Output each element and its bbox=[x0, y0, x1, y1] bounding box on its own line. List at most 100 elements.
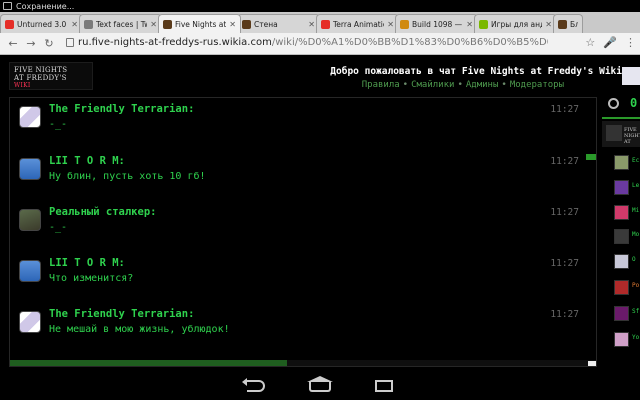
tab-7[interactable]: Бл bbox=[553, 14, 583, 33]
message-text: -_- bbox=[49, 222, 68, 233]
nav-recents-icon[interactable] bbox=[375, 380, 393, 392]
tab-title: Five Nights at bbox=[175, 19, 227, 29]
link-separator: • bbox=[402, 80, 409, 90]
link-separator: • bbox=[457, 80, 463, 90]
message-time: 11:27 bbox=[550, 258, 579, 269]
microphone-icon[interactable]: 🎤 bbox=[603, 36, 617, 49]
message-avatar[interactable] bbox=[19, 311, 41, 333]
message-username[interactable]: Реальный сталкер: bbox=[49, 206, 156, 218]
user-name: Mi bbox=[632, 207, 640, 214]
user-name: Le bbox=[632, 182, 640, 189]
chat-scrollbar[interactable] bbox=[586, 154, 596, 160]
chat-message: Реальный сталкер: -_- 11:27 bbox=[10, 201, 596, 251]
user-list-item[interactable]: Mo bbox=[614, 229, 640, 247]
current-user-entry[interactable]: FIVE NIGHTS AT bbox=[602, 121, 640, 147]
user-avatar bbox=[614, 155, 629, 170]
close-tab-icon[interactable]: ✕ bbox=[229, 20, 236, 29]
close-tab-icon[interactable]: ✕ bbox=[150, 20, 157, 29]
tab-1[interactable]: Text faces | Twi ✕ bbox=[79, 14, 162, 33]
tab-title: Terra Animation bbox=[333, 19, 384, 29]
chat-link[interactable]: Смайлики bbox=[411, 80, 454, 90]
chat-link[interactable]: Модераторы bbox=[510, 80, 564, 90]
chat-message: LII T O R M: Что изменится? 11:27 bbox=[10, 252, 596, 302]
message-text: Ну блин, пусть хоть 10 гб! bbox=[49, 171, 206, 182]
tab-title: Стена bbox=[254, 19, 278, 29]
message-username[interactable]: LII T O R M: bbox=[49, 257, 125, 269]
chat-messages: The Friendly Terrarian: Не мешай в мою жи… bbox=[9, 97, 597, 367]
menu-icon[interactable]: ⋮ bbox=[625, 36, 636, 49]
user-name: Ро bbox=[632, 282, 640, 289]
tab-5[interactable]: Build 1098 — 2✕ bbox=[395, 14, 478, 33]
bookmark-star-icon[interactable]: ☆ bbox=[585, 36, 595, 49]
link-separator: • bbox=[501, 80, 507, 90]
message-avatar[interactable] bbox=[19, 158, 41, 180]
user-name: Mo bbox=[632, 231, 640, 238]
chat-link[interactable]: Админы bbox=[466, 80, 499, 90]
user-list-item[interactable]: Mi bbox=[614, 205, 640, 223]
message-avatar[interactable] bbox=[19, 260, 41, 282]
user-avatar[interactable] bbox=[622, 67, 640, 85]
forward-icon[interactable]: → bbox=[22, 37, 40, 50]
tab-4[interactable]: Terra Animation✕ bbox=[316, 14, 399, 33]
youtube-icon bbox=[5, 19, 14, 29]
message-text: Не мешай в мою жизнь, ублюдок! bbox=[49, 324, 230, 335]
close-tab-icon[interactable]: ✕ bbox=[545, 20, 552, 29]
message-time: 11:27 bbox=[550, 156, 579, 167]
nav-back-icon[interactable] bbox=[242, 378, 265, 392]
tab-title: Text faces | Twi bbox=[96, 19, 148, 29]
message-avatar[interactable] bbox=[19, 106, 41, 128]
user-list-item[interactable]: Sf bbox=[614, 306, 640, 324]
online-count: 0 bbox=[630, 96, 638, 110]
chat-link[interactable]: Правила bbox=[362, 80, 400, 90]
user-avatar bbox=[614, 229, 629, 244]
user-avatar bbox=[614, 180, 629, 195]
chat-links: Правила • Смайлики • Админы • Модераторы bbox=[362, 80, 564, 90]
user-list-item[interactable]: Ро bbox=[614, 280, 640, 298]
user-name: Sf bbox=[632, 308, 640, 315]
url-host: ru.five-nights-at-freddys-rus.wikia.com bbox=[78, 37, 272, 48]
fnaf-icon bbox=[242, 19, 251, 29]
page-info-icon[interactable] bbox=[66, 38, 74, 47]
chat-message: The Friendly Terrarian: -_- 11:27 bbox=[10, 98, 596, 148]
user-list-item[interactable]: Ес bbox=[614, 155, 640, 173]
user-list-item[interactable]: O bbox=[614, 254, 640, 272]
nav-home-icon[interactable] bbox=[307, 376, 333, 392]
reload-icon[interactable]: ↻ bbox=[40, 37, 58, 50]
message-text: Что изменится? bbox=[49, 273, 134, 284]
input-resize-handle[interactable] bbox=[588, 361, 596, 366]
tab-6[interactable]: Игры для андр✕ bbox=[474, 14, 557, 33]
fnaf-icon bbox=[558, 19, 567, 29]
message-time: 11:27 bbox=[550, 309, 579, 320]
logo-line-1: FIVE NIGHTS bbox=[14, 66, 68, 74]
message-avatar[interactable] bbox=[19, 209, 41, 231]
download-icon bbox=[3, 2, 12, 10]
message-username[interactable]: The Friendly Terrarian: bbox=[49, 103, 194, 115]
close-tab-icon[interactable]: ✕ bbox=[71, 20, 78, 29]
message-username[interactable]: LII T O R M: bbox=[49, 155, 125, 167]
wiki-logo[interactable]: FIVE NIGHTS AT FREDDY'S WIKI bbox=[9, 62, 93, 90]
close-tab-icon[interactable]: ✕ bbox=[466, 20, 473, 29]
tab-title: Бл bbox=[570, 19, 578, 29]
message-time: 11:27 bbox=[550, 104, 579, 115]
chat-message: The Friendly Terrarian: Не мешай в мою жи… bbox=[10, 303, 596, 353]
address-bar[interactable]: ru.five-nights-at-freddys-rus.wikia.com/… bbox=[78, 37, 548, 51]
message-username[interactable]: The Friendly Terrarian: bbox=[49, 308, 194, 320]
tab-2[interactable]: Five Nights at ✕ bbox=[158, 14, 241, 33]
user-name: O bbox=[632, 256, 636, 263]
message-text: -_- bbox=[49, 119, 68, 130]
url-path: /wiki/%D0%A1%D0%BB%D1%83%D0%B6%D0%B5%D0%… bbox=[271, 37, 548, 48]
tab-0[interactable]: Unturned 3.0 - ✕ bbox=[0, 14, 83, 33]
user-list-item[interactable]: Yo bbox=[614, 332, 640, 350]
close-tab-icon[interactable]: ✕ bbox=[387, 20, 394, 29]
settings-icon[interactable] bbox=[608, 98, 619, 109]
close-tab-icon[interactable]: ✕ bbox=[308, 20, 315, 29]
message-input[interactable] bbox=[10, 360, 596, 366]
user-avatar bbox=[614, 254, 629, 269]
user-list-item[interactable]: Le bbox=[614, 180, 640, 198]
back-icon[interactable]: ← bbox=[4, 37, 22, 50]
wikia-icon bbox=[84, 19, 93, 29]
tab-3[interactable]: Стена ✕ bbox=[237, 14, 320, 33]
message-input-fill bbox=[10, 360, 287, 366]
browser-toolbar: ← → ↻ ru.five-nights-at-freddys-rus.wiki… bbox=[0, 33, 640, 55]
radiation-icon bbox=[400, 19, 409, 29]
